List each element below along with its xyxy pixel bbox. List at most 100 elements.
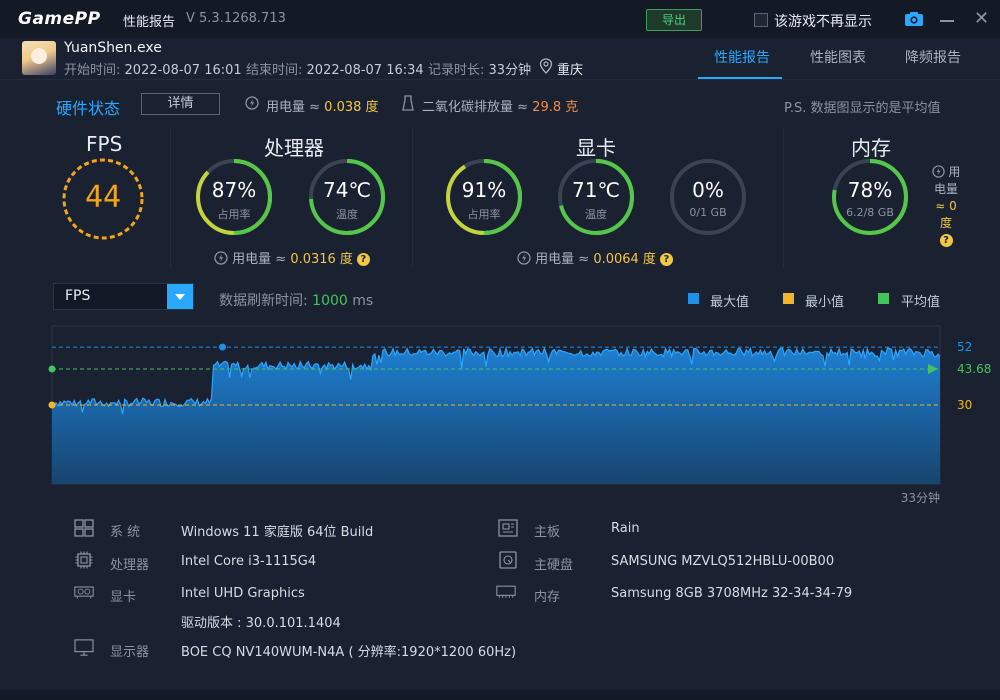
start-time: 开始时间: 2022-08-07 16:01 — [64, 63, 242, 78]
memory-usage-value: 78% — [847, 178, 893, 202]
monitor-icon — [74, 639, 94, 656]
fps-chart: 52 43.68 30 33分钟 — [48, 325, 991, 505]
cpu-usage-gauge: 87% 占用率 — [193, 156, 275, 238]
header-divider — [0, 79, 1000, 80]
co2-emission: 二氧化碳排放量 ≈ 29.8 克 — [422, 100, 579, 115]
game-avatar — [22, 41, 56, 75]
board-value: Rain — [611, 521, 640, 536]
exe-name: YuanShen.exe — [64, 40, 162, 56]
refresh-interval: 数据刷新时间: 1000 ms — [219, 293, 374, 309]
hide-game-label[interactable]: 该游戏不再显示 — [774, 11, 872, 31]
gpu-temp-label: 温度 — [585, 208, 607, 221]
memory-usage-label: 6.2/8 GB — [846, 206, 894, 219]
motherboard-icon — [498, 519, 518, 537]
gpu-temp-value: 71℃ — [572, 178, 620, 202]
cpu-temp-gauge: 74℃ 温度 — [306, 156, 388, 238]
help-icon[interactable]: ? — [356, 253, 370, 266]
metric-select-value: FPS — [65, 288, 91, 304]
legend-max-label: 最大值 — [710, 295, 750, 310]
memory-module-icon — [496, 585, 516, 598]
max-point-marker — [218, 343, 226, 351]
ram-label: 内存 — [534, 590, 561, 605]
cpu-temp-label: 温度 — [336, 208, 358, 221]
fps-section-title: FPS — [86, 132, 123, 156]
legend-min-swatch — [783, 293, 794, 304]
disk-icon — [499, 551, 517, 569]
gpu-vram-gauge: 0% 0/1 GB — [667, 156, 749, 238]
disk-label: 主硬盘 — [534, 558, 574, 573]
end-time: 结束时间: 2022-08-07 16:34 — [246, 63, 424, 78]
disk-value: SAMSUNG MZVLQ512HBLU-00B00 — [611, 554, 835, 569]
export-button[interactable]: 导出 — [646, 9, 702, 31]
os-value: Windows 11 家庭版 64位 Build — [181, 525, 374, 540]
cpu-value: Intel Core i3-1115G4 — [181, 554, 317, 569]
avg-value-label: 43.68 — [957, 362, 991, 376]
legend-avg-label: 平均值 — [901, 295, 941, 310]
tab-throttle-report[interactable]: 降频报告 — [905, 47, 961, 67]
chevron-down-icon[interactable] — [167, 284, 193, 309]
display-label: 显示器 — [110, 645, 150, 660]
hide-game-checkbox[interactable] — [754, 13, 768, 27]
memory-usage-gauge: 78% 6.2/8 GB — [829, 156, 911, 238]
display-value: BOE CQ NV140WUM-N4A ( 分辨率:1920*1200 60Hz… — [181, 645, 517, 660]
cpu-power: 用电量 ≈ 0.0316 度? — [214, 248, 370, 267]
min-value-label: 30 — [957, 398, 972, 412]
x-axis-end-label: 33分钟 — [901, 490, 940, 505]
min-start-marker — [48, 401, 56, 409]
power-icon — [214, 251, 228, 265]
minimize-icon[interactable] — [940, 20, 954, 22]
power-icon — [517, 251, 531, 265]
power-icon — [245, 96, 259, 110]
legend-avg-swatch — [878, 293, 889, 304]
os-label: 系 统 — [110, 525, 141, 540]
location-pin-icon — [539, 58, 553, 74]
gpu-power: 用电量 ≈ 0.0064 度? — [517, 248, 673, 267]
gpu-usage-gauge: 91% 占用率 — [443, 156, 525, 238]
close-icon[interactable]: ✕ — [974, 9, 989, 29]
max-value-label: 52 — [957, 340, 972, 354]
gpu-value: Intel UHD Graphics — [181, 586, 305, 601]
location-city: 重庆 — [557, 63, 584, 78]
section-divider — [170, 128, 171, 268]
section-divider — [783, 128, 784, 268]
gpu-driver-value: 驱动版本 : 30.0.101.1404 — [181, 616, 341, 631]
hardware-status-title: 硬件状态 — [56, 99, 121, 118]
avg-start-marker — [48, 365, 56, 373]
section-divider — [412, 128, 413, 268]
cpu-usage-value: 87% — [211, 178, 257, 202]
help-icon[interactable]: ? — [659, 253, 673, 266]
cpu-label: 处理器 — [110, 558, 150, 573]
app-logo: GamePP — [18, 9, 101, 29]
power-icon — [931, 165, 945, 178]
cpu-temp-value: 74℃ — [323, 178, 371, 202]
title-bar: GamePP 性能报告 V 5.3.1268.713 导出 该游戏不再显示 ✕ — [0, 0, 1000, 38]
cpu-chip-icon — [75, 551, 93, 569]
gpu-usage-value: 91% — [461, 178, 507, 202]
window-title: 性能报告 — [123, 15, 176, 30]
board-label: 主板 — [534, 525, 561, 540]
metric-select[interactable]: FPS — [53, 283, 194, 310]
bottom-strip — [0, 690, 1000, 700]
windows-icon — [74, 519, 94, 537]
tab-performance-chart[interactable]: 性能图表 — [810, 47, 866, 67]
gpu-label: 显卡 — [110, 590, 137, 605]
gpu-vram-value: 0% — [692, 178, 724, 202]
gpu-temp-gauge: 71℃ 温度 — [555, 156, 637, 238]
gpu-usage-label: 占用率 — [467, 208, 501, 221]
duration: 记录时长: 33分钟 — [428, 63, 532, 78]
fps-value: 44 — [84, 180, 122, 215]
fps-gauge: 44 — [60, 156, 146, 242]
tab-performance-report[interactable]: 性能报告 — [714, 47, 770, 67]
help-icon[interactable]: ? — [939, 234, 953, 247]
chart-note: P.S. 数据图显示的是平均值 — [784, 101, 941, 116]
detail-button[interactable]: 详情 — [141, 93, 220, 115]
legend-max-swatch — [688, 293, 699, 304]
total-power: 用电量 ≈ 0.038 度 — [266, 100, 379, 115]
cpu-usage-label: 占用率 — [217, 208, 251, 221]
camera-icon[interactable] — [904, 11, 924, 27]
gpu-vram-label: 0/1 GB — [689, 206, 727, 219]
co2-icon — [402, 95, 414, 111]
app-version: V 5.3.1268.713 — [186, 11, 286, 26]
ram-value: Samsung 8GB 3708MHz 32-34-34-79 — [611, 586, 853, 601]
gpu-card-icon — [74, 586, 94, 599]
